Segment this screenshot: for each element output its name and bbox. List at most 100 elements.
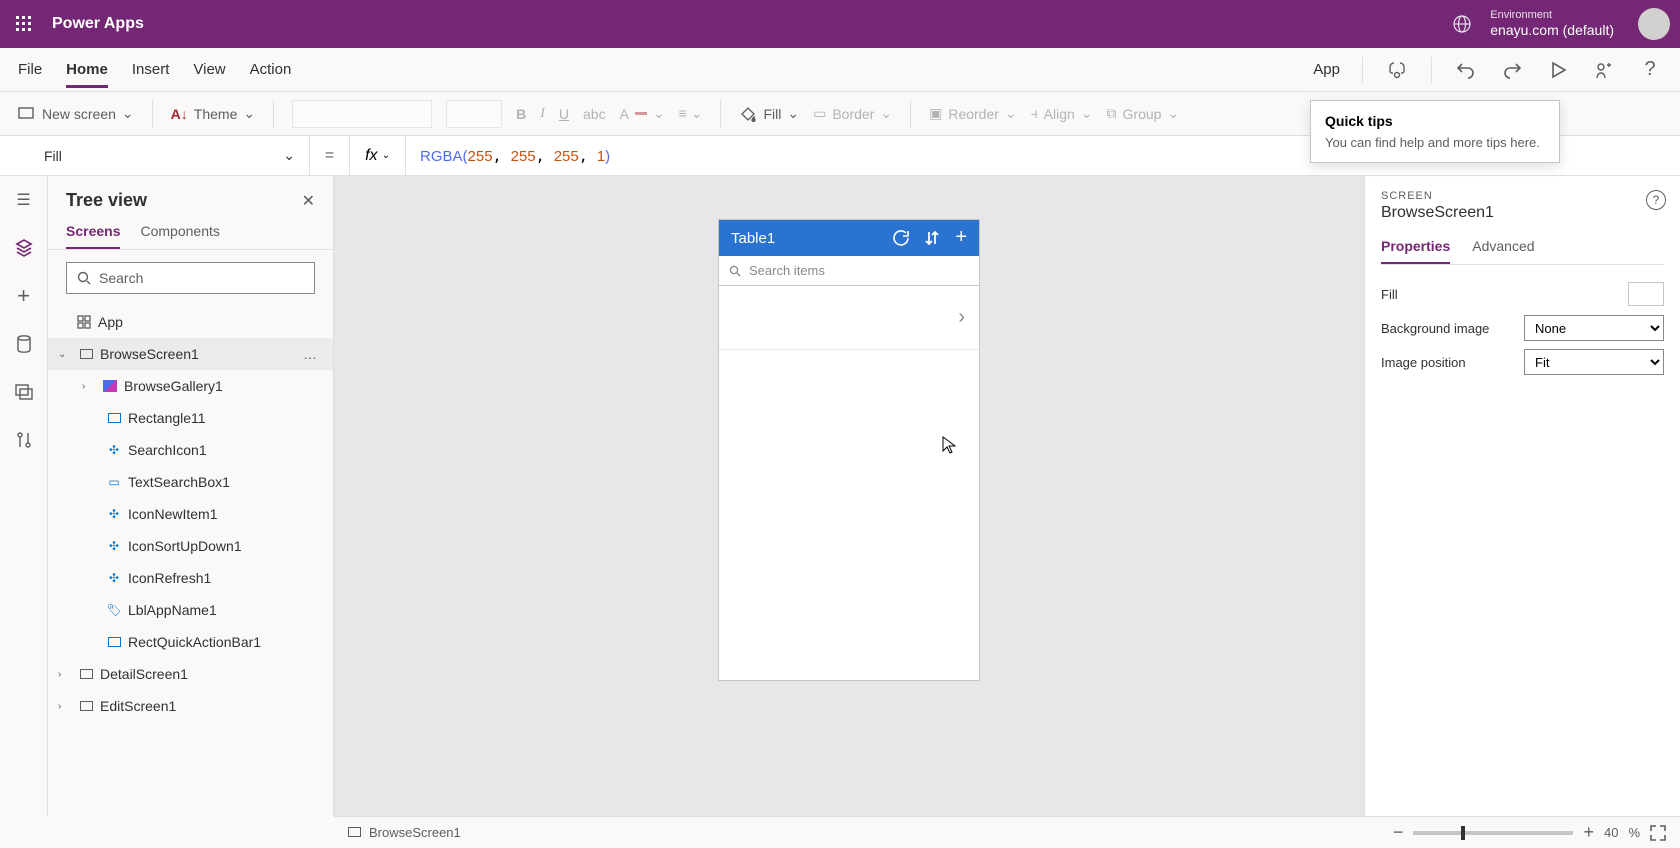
tree-node-iconrefresh1[interactable]: ✣ IconRefresh1 — [48, 562, 333, 594]
new-screen-button[interactable]: New screen ⌄ — [18, 105, 134, 122]
rectangle-icon — [106, 410, 122, 426]
divider — [1431, 57, 1432, 83]
phone-preview[interactable]: Table1 + Search items › — [719, 220, 979, 680]
status-bar: BrowseScreen1 − + 40 % — [334, 816, 1680, 848]
fx-button[interactable]: fx⌄ — [350, 136, 406, 175]
zoom-in-button[interactable]: + — [1583, 822, 1594, 843]
add-icon[interactable]: + — [955, 230, 967, 246]
tree-node-editscreen1[interactable]: › EditScreen1 — [48, 690, 333, 722]
close-icon[interactable]: ✕ — [302, 191, 315, 211]
tree-node-browsescreen1[interactable]: ⌄ BrowseScreen1 … — [48, 338, 333, 370]
chevron-down-icon[interactable]: ⌄ — [58, 349, 72, 360]
zoom-out-button[interactable]: − — [1393, 822, 1404, 843]
more-icon[interactable]: … — [303, 346, 319, 362]
img-position-select[interactable]: Fit — [1524, 349, 1664, 375]
font-family-select[interactable] — [292, 100, 432, 128]
tab-components[interactable]: Components — [140, 223, 219, 249]
fill-button[interactable]: Fill ⌄ — [739, 105, 799, 123]
tree-node-textsearchbox1[interactable]: ▭ TextSearchBox1 — [48, 466, 333, 498]
tree-node-iconnewitem1[interactable]: ✣ IconNewItem1 — [48, 498, 333, 530]
menu-view[interactable]: View — [193, 51, 225, 88]
app-checker-icon[interactable] — [1385, 58, 1409, 82]
chevron-right-icon[interactable]: › — [82, 381, 96, 392]
gallery-icon — [102, 378, 118, 394]
tree-node-label: IconRefresh1 — [128, 570, 211, 586]
reorder-label: Reorder — [948, 106, 999, 122]
theme-button[interactable]: A↓ Theme ⌄ — [171, 105, 255, 122]
chevron-right-icon[interactable]: › — [58, 701, 72, 712]
hamburger-icon[interactable]: ☰ — [12, 188, 36, 212]
tab-screens[interactable]: Screens — [66, 223, 120, 249]
bg-image-select[interactable]: None — [1524, 315, 1664, 341]
tree-node-detailscreen1[interactable]: › DetailScreen1 — [48, 658, 333, 690]
gallery-item[interactable]: › — [719, 286, 979, 350]
strikethrough-button[interactable]: abc — [583, 106, 606, 122]
tab-advanced[interactable]: Advanced — [1472, 238, 1534, 264]
tree-node-app[interactable]: App — [48, 306, 333, 338]
italic-button[interactable]: I — [540, 106, 545, 122]
avatar[interactable] — [1638, 8, 1670, 40]
media-icon[interactable] — [12, 380, 36, 404]
waffle-icon[interactable] — [10, 10, 38, 38]
icon-control-icon: ✣ — [106, 442, 122, 458]
prop-row-fill: Fill — [1381, 277, 1664, 311]
tree-search-input[interactable]: Search — [66, 262, 315, 294]
border-button[interactable]: ▭ Border ⌄ — [813, 105, 892, 122]
prop-row-bgimage: Background image None — [1381, 311, 1664, 345]
zoom-slider[interactable] — [1413, 831, 1573, 835]
property-selector[interactable]: Fill ⌄ — [30, 136, 310, 175]
align-button[interactable]: ⫞ Align ⌄ — [1031, 105, 1093, 122]
text-align-button[interactable]: ≡ ⌄ — [679, 105, 703, 122]
quick-tips-body: You can find help and more tips here. — [1325, 135, 1545, 150]
menu-home[interactable]: Home — [66, 51, 108, 88]
tree-node-label: SearchIcon1 — [128, 442, 207, 458]
formula-input[interactable]: RGBA(255, 255, 255, 1) — [406, 147, 624, 165]
align-icon: ⫞ — [1031, 105, 1038, 122]
insert-icon[interactable]: + — [12, 284, 36, 308]
element-type-label: SCREEN — [1381, 190, 1664, 202]
environment-selector[interactable]: Environment enayu.com (default) — [1490, 9, 1614, 39]
refresh-icon[interactable] — [893, 230, 909, 246]
bold-button[interactable]: B — [516, 106, 526, 122]
tab-properties[interactable]: Properties — [1381, 238, 1450, 264]
align-label: Align — [1044, 106, 1075, 122]
menu-action[interactable]: Action — [250, 51, 292, 88]
tree-node-rectangle11[interactable]: Rectangle11 — [48, 402, 333, 434]
canvas[interactable]: Table1 + Search items › — [334, 176, 1364, 816]
help-icon[interactable]: ? — [1646, 190, 1666, 210]
fill-swatch[interactable] — [1628, 282, 1664, 306]
font-size-select[interactable] — [446, 100, 502, 128]
tree-node-browsegallery1[interactable]: › BrowseGallery1 — [48, 370, 333, 402]
tree-node-iconsortupdown1[interactable]: ✣ IconSortUpDown1 — [48, 530, 333, 562]
chevron-right-icon[interactable]: › — [58, 669, 72, 680]
underline-button[interactable]: U — [559, 106, 569, 122]
font-color-button[interactable]: A ⌄ — [620, 105, 665, 122]
group-button[interactable]: ⧉ Group ⌄ — [1107, 105, 1180, 122]
sort-icon[interactable] — [925, 230, 939, 246]
undo-icon[interactable] — [1454, 58, 1478, 82]
search-icon — [77, 271, 91, 285]
border-icon: ▭ — [813, 105, 826, 122]
data-icon[interactable] — [12, 332, 36, 356]
menu-insert[interactable]: Insert — [132, 51, 170, 88]
status-screen-name[interactable]: BrowseScreen1 — [369, 825, 461, 840]
tree-view-icon[interactable] — [12, 236, 36, 260]
tree-node-lblappname1[interactable]: 🏷 LblAppName1 — [48, 594, 333, 626]
app-label[interactable]: App — [1313, 61, 1340, 78]
group-label: Group — [1123, 106, 1162, 122]
tree-search-placeholder: Search — [99, 270, 143, 286]
redo-icon[interactable] — [1500, 58, 1524, 82]
menu-file[interactable]: File — [18, 51, 42, 88]
tree-node-rectquickactionbar1[interactable]: RectQuickActionBar1 — [48, 626, 333, 658]
tree-node-searchicon1[interactable]: ✣ SearchIcon1 — [48, 434, 333, 466]
fit-to-screen-icon[interactable] — [1650, 825, 1666, 841]
play-icon[interactable] — [1546, 58, 1570, 82]
phone-header: Table1 + — [719, 220, 979, 256]
divider — [720, 100, 721, 128]
phone-search[interactable]: Search items — [719, 256, 979, 286]
advanced-tools-icon[interactable] — [12, 428, 36, 452]
share-icon[interactable] — [1592, 58, 1616, 82]
top-header: Power Apps Environment enayu.com (defaul… — [0, 0, 1680, 48]
reorder-button[interactable]: ▣ Reorder ⌄ — [929, 105, 1017, 122]
help-icon[interactable]: ? — [1638, 58, 1662, 82]
